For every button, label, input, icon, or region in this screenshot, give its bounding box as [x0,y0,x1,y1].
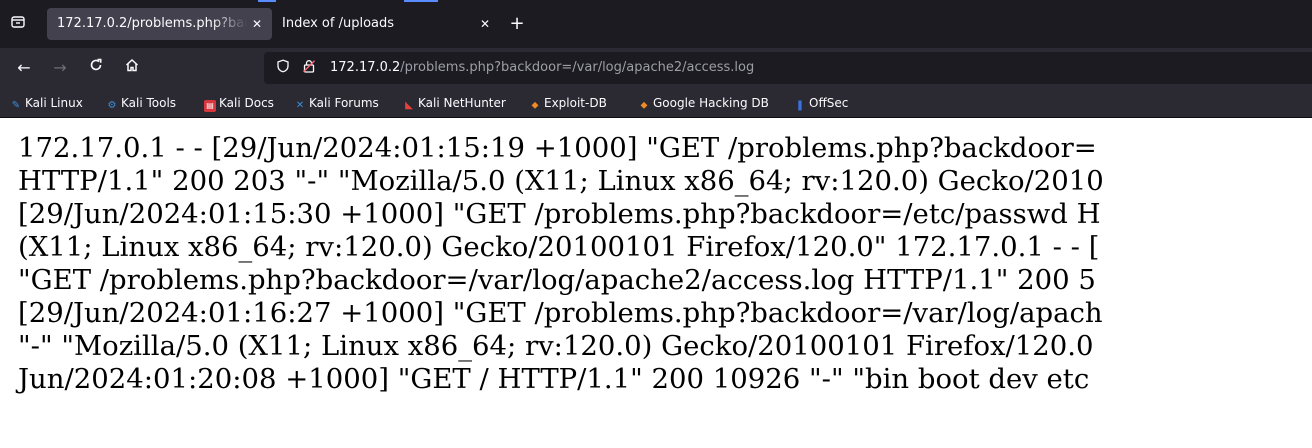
bookmark-exploit-db[interactable]: ⬥ Exploit-DB [529,88,607,118]
log-line: [29/Jun/2024:01:15:30 +1000] "GET /probl… [18,198,1101,230]
bookmark-label: Kali NetHunter [418,96,506,110]
navigation-toolbar: ← → 172.17.0.2/problems.php?backdoor=/va… [0,48,1312,88]
nethunter-icon: ◣ [405,100,413,111]
bookmark-offsec[interactable]: ❚ OffSec [794,88,849,118]
list-all-tabs-icon[interactable] [8,14,28,34]
page-content: 172.17.0.1 - - [29/Jun/2024:01:15:19 +10… [0,118,1312,448]
reload-icon[interactable] [84,56,108,80]
tab-strip-accent [258,0,276,2]
log-line: "-" "Mozilla/5.0 (X11; Linux x86_64; rv:… [18,330,1094,362]
exploit-db-icon: ⬥ [531,100,539,111]
url-host: 172.17.0.2 [330,60,401,75]
bookmark-label: OffSec [809,96,849,110]
bookmark-label: Google Hacking DB [653,96,769,110]
log-line: HTTP/1.1" 200 203 "-" "Mozilla/5.0 (X11;… [18,165,1104,197]
offsec-icon: ❚ [795,100,805,111]
bookmark-label: Kali Tools [121,96,177,110]
url-text[interactable]: 172.17.0.2/problems.php?backdoor=/var/lo… [330,52,754,84]
bookmark-google-hacking-db[interactable]: ⬥ Google Hacking DB [638,88,769,118]
new-tab-button[interactable]: + [506,12,528,36]
bookmarks-toolbar: ✎ Kali Linux ⚙ Kali Tools ▤ Kali Docs ✕ Kali… [0,88,1312,118]
ghdb-icon: ⬥ [640,100,648,111]
bookmark-label: Kali Linux [25,96,83,110]
bookmark-label: Exploit-DB [544,96,607,110]
shield-icon[interactable] [276,52,290,84]
bookmark-kali-nethunter[interactable]: ◣ Kali NetHunter [403,88,506,118]
bookmark-kali-docs[interactable]: ▤ Kali Docs [204,88,274,118]
kali-forums-icon: ✕ [295,100,305,111]
close-tab-icon[interactable]: ✕ [478,8,492,40]
log-line: [29/Jun/2024:01:16:27 +1000] "GET /probl… [18,297,1103,329]
tab-label: Index of /uploads [282,16,395,31]
tab-strip: 172.17.0.2/problems.php?backdoor=/var/lo… [0,0,1312,48]
close-tab-icon[interactable]: ✕ [250,8,264,40]
log-line: 172.17.0.1 - - [29/Jun/2024:01:15:19 +10… [18,132,1097,164]
kali-docs-icon: ▤ [204,100,216,112]
log-line: "GET /problems.php?backdoor=/var/log/apa… [18,264,1096,296]
url-path: /problems.php?backdoor=/var/log/apache2/… [400,60,755,75]
log-line: (X11; Linux x86_64; rv:120.0) Gecko/2010… [18,231,1100,263]
bookmark-kali-linux[interactable]: ✎ Kali Linux [10,88,83,118]
log-line: Jun/2024:01:20:08 +1000] "GET / HTTP/1.1… [18,363,1090,395]
kali-dragon-icon: ✎ [11,100,21,111]
kali-tools-icon: ⚙ [107,100,117,111]
tab-uploads-index[interactable]: Index of /uploads ✕ [272,8,500,40]
tab-label: 172.17.0.2/problems.php?backdoor=/var/lo… [57,8,247,40]
tab-strip-accent [404,0,438,2]
back-arrow-icon[interactable]: ← [12,56,36,80]
tab-problems[interactable]: 172.17.0.2/problems.php?backdoor=/var/lo… [47,8,272,40]
access-log-text: 172.17.0.1 - - [29/Jun/2024:01:15:19 +10… [18,132,1312,396]
bookmark-kali-forums[interactable]: ✕ Kali Forums [294,88,379,118]
address-bar[interactable]: 172.17.0.2/problems.php?backdoor=/var/lo… [264,52,1312,84]
insecure-lock-icon[interactable] [302,52,316,84]
forward-arrow-icon[interactable]: → [48,56,72,80]
bookmark-kali-tools[interactable]: ⚙ Kali Tools [106,88,177,118]
bookmark-label: Kali Docs [219,96,274,110]
bookmark-label: Kali Forums [309,96,379,110]
home-icon[interactable] [120,56,144,80]
